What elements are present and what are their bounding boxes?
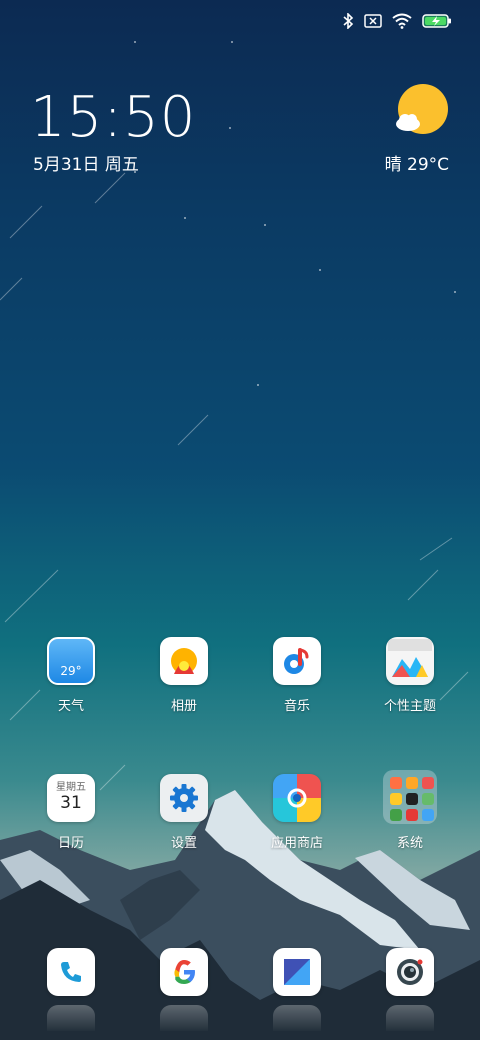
calendar-icon: 星期五 31 <box>47 774 95 822</box>
dock-camera[interactable] <box>362 948 458 996</box>
themes-icon <box>386 637 434 685</box>
weather-icon: 29° <box>47 637 95 685</box>
app-gallery[interactable]: 相册 <box>136 637 232 714</box>
camera-icon <box>386 948 434 996</box>
app-calendar[interactable]: 星期五 31 日历 <box>23 774 119 851</box>
app-store-icon <box>273 774 321 822</box>
folder-icon <box>383 770 437 824</box>
google-icon <box>160 948 208 996</box>
app-label: 相册 <box>170 699 197 714</box>
battery-charging-icon <box>422 13 452 29</box>
clock-date: 5月31日 周五 <box>33 155 139 175</box>
dock-reflection <box>273 1005 321 1031</box>
sun-cloud-icon[interactable] <box>390 80 452 142</box>
app-label: 天气 <box>57 699 84 714</box>
dock-google[interactable] <box>136 948 232 996</box>
app-label: 日历 <box>57 836 84 851</box>
bluetooth-icon <box>342 13 354 29</box>
phone-icon <box>47 948 95 996</box>
messages-icon <box>273 948 321 996</box>
status-bar <box>342 8 452 34</box>
calendar-weekday: 星期五 <box>56 782 86 793</box>
dock-phone[interactable] <box>23 948 119 996</box>
gallery-icon <box>160 637 208 685</box>
wifi-icon <box>392 13 412 29</box>
app-folder-system[interactable]: 系统 <box>362 770 458 851</box>
weather-summary: 晴 29°C <box>384 155 449 175</box>
dock-reflection <box>47 1005 95 1031</box>
app-weather[interactable]: 29° 天气 <box>23 637 119 714</box>
app-label: 应用商店 <box>270 836 323 851</box>
app-label: 音乐 <box>283 699 310 714</box>
dock-reflection <box>160 1005 208 1031</box>
app-label: 设置 <box>170 836 197 851</box>
settings-gear-icon <box>160 774 208 822</box>
app-settings[interactable]: 设置 <box>136 774 232 851</box>
app-music[interactable]: 音乐 <box>249 637 345 714</box>
app-label: 个性主题 <box>383 699 436 714</box>
weather-temp-badge: 29° <box>60 664 82 678</box>
app-label: 系统 <box>396 836 423 851</box>
app-themes[interactable]: 个性主题 <box>362 637 458 714</box>
dock-reflection <box>386 1005 434 1031</box>
music-icon <box>273 637 321 685</box>
calendar-day: 31 <box>60 793 82 813</box>
clock-time[interactable]: 15:50 <box>30 88 196 148</box>
no-sim-icon <box>364 14 382 28</box>
dock-messages[interactable] <box>249 948 345 996</box>
app-store[interactable]: 应用商店 <box>249 774 345 851</box>
